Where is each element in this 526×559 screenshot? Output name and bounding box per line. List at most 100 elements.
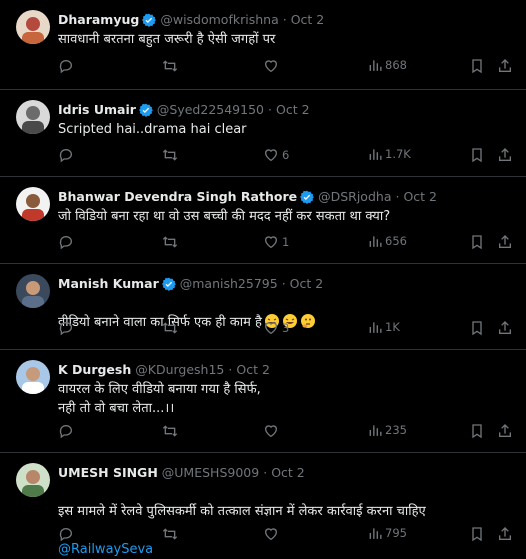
avatar[interactable] (16, 463, 50, 497)
separator-dot: · (228, 362, 233, 377)
retweet-button[interactable] (162, 320, 181, 336)
author-handle[interactable]: @KDurgesh15 (135, 362, 224, 377)
views-button[interactable]: 656 (368, 234, 407, 248)
separator-dot: · (281, 276, 286, 291)
views-icon (369, 236, 382, 247)
like-button[interactable] (263, 526, 282, 542)
timestamp[interactable]: Oct 2 (291, 12, 325, 27)
views-button[interactable]: 1.7K (368, 147, 411, 161)
bookmark-icon (472, 59, 482, 74)
bookmark-button[interactable] (469, 234, 485, 250)
share-button[interactable] (497, 320, 513, 336)
bookmark-button[interactable] (469, 423, 485, 439)
views-button[interactable]: 235 (368, 423, 407, 437)
share-icon (499, 59, 511, 72)
reply-button[interactable] (58, 234, 77, 250)
retweet-icon (162, 149, 178, 161)
bookmark-button[interactable] (469, 526, 485, 542)
reply-button[interactable] (58, 320, 77, 336)
avatar[interactable] (16, 360, 50, 394)
reply-icon (59, 60, 72, 74)
author-handle[interactable]: @wisdomofkrishna (160, 12, 278, 27)
retweet-icon (162, 60, 178, 72)
author-name[interactable]: UMESH SINGH (58, 465, 158, 480)
author-name[interactable]: Dharamyug (58, 12, 139, 27)
views-count: 1.7K (385, 147, 411, 161)
avatar[interactable] (16, 187, 50, 221)
share-button[interactable] (497, 423, 513, 439)
timestamp[interactable]: Oct 2 (236, 362, 270, 377)
bookmark-icon (472, 321, 482, 336)
tweet[interactable]: K Durgesh @KDurgesh15 · Oct 2 वायरल के ल… (0, 350, 526, 453)
like-icon (264, 528, 278, 541)
retweet-button[interactable] (162, 526, 181, 542)
author-handle[interactable]: @Syed22549150 (157, 102, 264, 117)
share-button[interactable] (497, 234, 513, 250)
reply-button[interactable] (58, 58, 77, 74)
author-name[interactable]: K Durgesh (58, 362, 131, 377)
separator-dot: · (263, 465, 268, 480)
author-name[interactable]: Idris Umair (58, 102, 136, 117)
share-button[interactable] (497, 147, 513, 163)
reply-icon (59, 322, 72, 336)
avatar[interactable] (16, 10, 50, 44)
retweet-button[interactable] (162, 234, 181, 250)
views-icon (369, 60, 382, 71)
timestamp[interactable]: Oct 2 (271, 465, 305, 480)
like-count: 6 (282, 148, 290, 162)
retweet-icon (162, 322, 178, 334)
retweet-button[interactable] (162, 423, 181, 439)
tweet-text: Scripted hai..drama hai clear (58, 122, 247, 137)
bookmark-button[interactable] (469, 320, 485, 336)
share-icon (499, 148, 511, 161)
views-count: 656 (385, 234, 407, 248)
like-icon (264, 60, 278, 73)
views-button[interactable]: 1K (368, 320, 400, 334)
retweet-icon (162, 528, 178, 540)
views-button[interactable]: 795 (368, 526, 407, 540)
like-button[interactable] (263, 58, 282, 74)
tweet-text: जो विडियो बना रहा था वो उस बच्ची की मदद … (58, 209, 391, 224)
author-handle[interactable]: @UMESHS9009 (162, 465, 259, 480)
like-button[interactable]: 1 (263, 234, 289, 250)
retweet-button[interactable] (162, 147, 181, 163)
reply-button[interactable] (58, 147, 77, 163)
avatar[interactable] (16, 100, 50, 134)
bookmark-icon (472, 527, 482, 542)
tweet-text: वायरल के लिए वीडियो बनाया गया है सिर्फ, … (58, 382, 261, 416)
like-button[interactable]: 6 (263, 147, 289, 163)
bookmark-icon (472, 148, 482, 163)
tweet[interactable]: Manish Kumar @manish25795 · Oct 2 वीडियो… (0, 264, 526, 350)
share-button[interactable] (497, 58, 513, 74)
like-icon (264, 149, 278, 162)
reply-button[interactable] (58, 526, 77, 542)
views-button[interactable]: 868 (368, 58, 407, 72)
separator-dot: · (395, 189, 400, 204)
views-icon (369, 528, 382, 539)
author-name[interactable]: Bhanwar Devendra Singh Rathore (58, 189, 297, 204)
reply-icon (59, 425, 72, 439)
reply-button[interactable] (58, 423, 77, 439)
tweet[interactable]: Idris Umair @Syed22549150 · Oct 2 Script… (0, 90, 526, 177)
timestamp[interactable]: Oct 2 (290, 276, 324, 291)
author-name[interactable]: Manish Kumar (58, 276, 159, 291)
share-button[interactable] (497, 526, 513, 542)
views-count: 1K (385, 320, 400, 334)
tweet[interactable]: Bhanwar Devendra Singh Rathore @DSRjodha… (0, 177, 526, 264)
tweet[interactable]: UMESH SINGH @UMESHS9009 · Oct 2 इस मामले… (0, 453, 526, 557)
tweet[interactable]: Dharamyug @wisdomofkrishna · Oct 2 सावधा… (0, 0, 526, 90)
retweet-button[interactable] (162, 58, 181, 74)
views-count: 795 (385, 526, 407, 540)
timestamp[interactable]: Oct 2 (403, 189, 437, 204)
author-handle[interactable]: @DSRjodha (318, 189, 391, 204)
bookmark-button[interactable] (469, 58, 485, 74)
author-handle[interactable]: @manish25795 (180, 276, 278, 291)
tweet-text: इस मामले में रेलवे पुलिसकर्मी को तत्काल … (58, 504, 426, 519)
like-button[interactable] (263, 423, 282, 439)
avatar[interactable] (16, 274, 50, 308)
like-button[interactable]: 3 (263, 320, 289, 336)
timestamp[interactable]: Oct 2 (276, 102, 310, 117)
views-icon (369, 322, 382, 333)
bookmark-button[interactable] (469, 147, 485, 163)
reply-icon (59, 149, 72, 163)
